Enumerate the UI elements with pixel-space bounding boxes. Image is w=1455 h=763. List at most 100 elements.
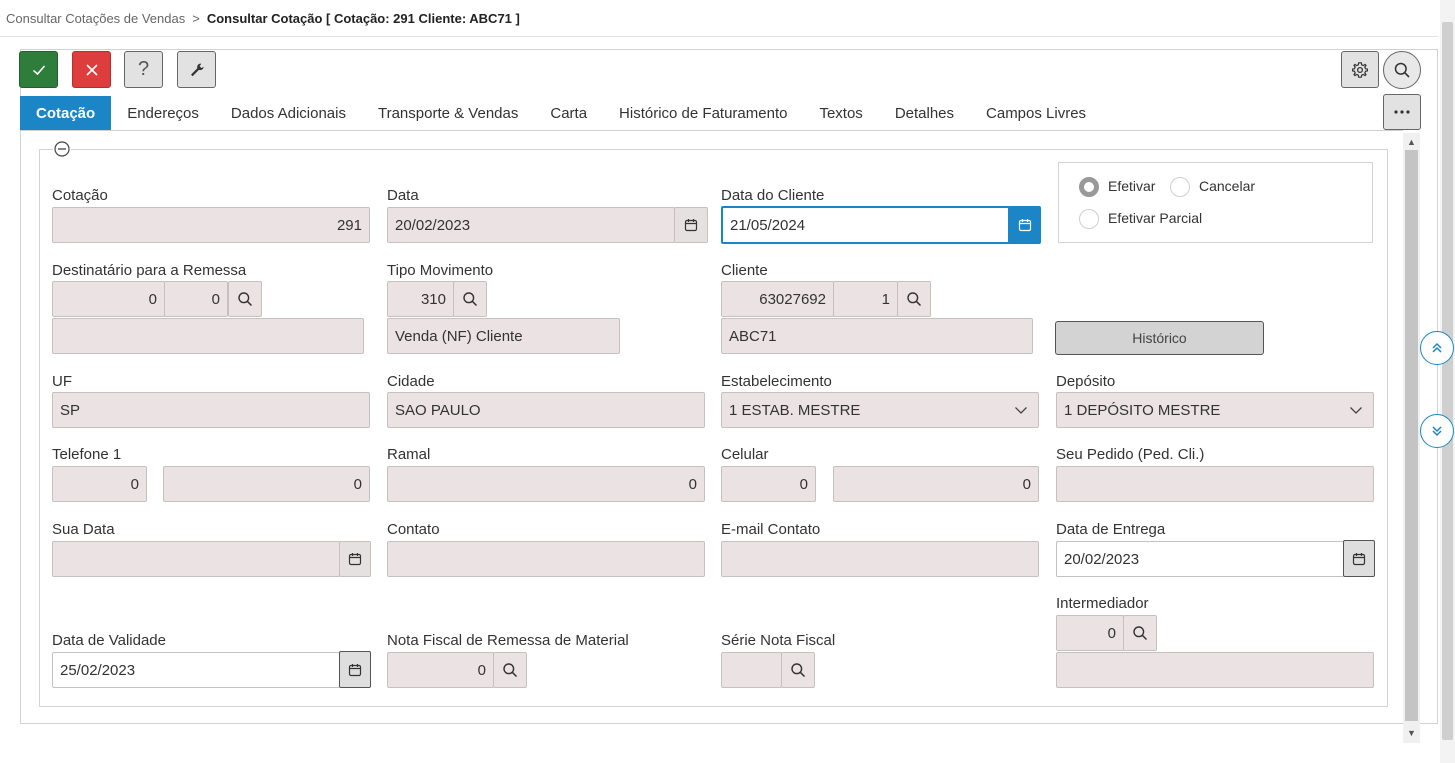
page-title: Consultar Cotação [ Cotação: 291 Cliente… (206, 11, 520, 26)
efetivar-radio[interactable] (1079, 177, 1099, 197)
tab-cotacao[interactable]: Cotação (20, 96, 112, 130)
cotacao-field[interactable]: 291 (52, 207, 370, 243)
calendar-icon (1018, 218, 1032, 232)
estabelecimento-select[interactable]: 1 ESTAB. MESTRE (721, 392, 1039, 428)
search-icon (1132, 625, 1148, 641)
scroll-to-top-button[interactable] (1420, 331, 1454, 365)
tools-button[interactable] (177, 51, 216, 88)
gear-icon (1351, 61, 1369, 79)
close-icon (84, 62, 100, 78)
search-icon (462, 291, 478, 307)
scroll-down-arrow-icon[interactable]: ▼ (1405, 727, 1418, 739)
data-cliente-label: Data do Cliente (721, 187, 825, 204)
breadcrumb-separator: > (192, 11, 200, 26)
cancelar-label: Cancelar (1199, 178, 1256, 194)
intermediador-name-field[interactable] (1056, 652, 1374, 688)
efetivar-parcial-radio[interactable] (1079, 209, 1099, 229)
cancel-button[interactable] (72, 51, 111, 88)
sua-data-calendar-button[interactable] (339, 541, 371, 577)
intermediador-label: Intermediador (1056, 595, 1149, 612)
deposito-select[interactable]: 1 DEPÓSITO MESTRE (1056, 392, 1374, 428)
cliente-search-button[interactable] (897, 281, 931, 317)
cidade-label: Cidade (387, 373, 435, 390)
data-cliente-field[interactable]: 21/05/2024 (721, 206, 1010, 244)
destinatario-label: Destinatário para a Remessa (52, 262, 247, 279)
tab-detalhes[interactable]: Detalhes (879, 96, 970, 130)
telefone1-number-field[interactable]: 0 (163, 466, 370, 502)
destinatario-search-button[interactable] (228, 281, 262, 317)
tab-dados-adicionais[interactable]: Dados Adicionais (215, 96, 362, 130)
chevron-down-icon (1014, 403, 1028, 417)
serie-nf-search-button[interactable] (781, 652, 815, 688)
tab-transporte-vendas[interactable]: Transporte & Vendas (362, 96, 534, 130)
celular-label: Celular (721, 446, 769, 463)
action-options-group (1058, 162, 1373, 243)
data-label: Data (387, 187, 419, 204)
estabelecimento-value: 1 ESTAB. MESTRE (729, 401, 861, 419)
tab-textos[interactable]: Textos (803, 96, 878, 130)
calendar-icon (1352, 552, 1366, 566)
page-scrollbar-thumb[interactable] (1442, 22, 1453, 740)
data-validade-field[interactable]: 25/02/2023 (52, 652, 340, 688)
breadcrumb-parent-link[interactable]: Consultar Cotações de Vendas (6, 11, 185, 26)
sua-data-label: Sua Data (52, 521, 115, 538)
intermediador-search-button[interactable] (1123, 615, 1157, 651)
cancelar-radio[interactable] (1170, 177, 1190, 197)
confirm-button[interactable] (19, 51, 58, 88)
scroll-up-arrow-icon[interactable]: ▲ (1405, 136, 1418, 148)
seu-pedido-label: Seu Pedido (Ped. Cli.) (1056, 446, 1205, 463)
data-field[interactable]: 20/02/2023 (387, 207, 675, 243)
tipo-movimento-description-field[interactable]: Venda (NF) Cliente (387, 318, 620, 354)
settings-button[interactable] (1341, 51, 1379, 88)
scroll-to-bottom-button[interactable] (1420, 414, 1454, 448)
celular-ddd-field[interactable]: 0 (721, 466, 816, 502)
tab-campos-livres[interactable]: Campos Livres (970, 96, 1102, 130)
tab-enderecos[interactable]: Endereços (111, 96, 215, 130)
seu-pedido-field[interactable] (1056, 466, 1374, 502)
historico-button[interactable]: Histórico (1055, 321, 1264, 355)
double-chevron-down-icon (1430, 424, 1444, 438)
email-contato-field[interactable] (721, 541, 1039, 577)
double-chevron-up-icon (1430, 341, 1444, 355)
data-entrega-field[interactable]: 20/02/2023 (1056, 541, 1344, 577)
ramal-label: Ramal (387, 446, 431, 463)
email-contato-label: E-mail Contato (721, 521, 821, 538)
destinatario-code1-field[interactable]: 0 (52, 281, 165, 317)
tipo-movimento-label: Tipo Movimento (387, 262, 494, 279)
form-scrollbar-thumb[interactable] (1405, 150, 1418, 721)
intermediador-code-field[interactable]: 0 (1056, 615, 1124, 651)
cliente-name-field[interactable]: ABC71 (721, 318, 1033, 354)
nf-remessa-field[interactable]: 0 (387, 652, 494, 688)
data-validade-calendar-button[interactable] (339, 651, 371, 688)
cliente-code-field[interactable]: 63027692 (721, 281, 834, 317)
data-cliente-calendar-button[interactable] (1008, 206, 1041, 244)
more-tabs-button[interactable] (1383, 94, 1421, 130)
collapse-icon[interactable] (53, 140, 71, 158)
tipo-movimento-search-button[interactable] (453, 281, 487, 317)
uf-field[interactable]: SP (52, 392, 370, 428)
search-icon (906, 291, 922, 307)
help-button[interactable]: ? (124, 51, 163, 88)
destinatario-code2-field[interactable]: 0 (164, 281, 228, 317)
ramal-field[interactable]: 0 (387, 466, 705, 502)
tab-carta[interactable]: Carta (534, 96, 603, 130)
uf-label: UF (52, 373, 72, 390)
cliente-seq-field[interactable]: 1 (833, 281, 898, 317)
calendar-icon (348, 552, 362, 566)
contato-field[interactable] (387, 541, 705, 577)
cidade-field[interactable]: SAO PAULO (387, 392, 705, 428)
tipo-movimento-code-field[interactable]: 310 (387, 281, 454, 317)
nf-remessa-search-button[interactable] (493, 652, 527, 688)
cotacao-label: Cotação (52, 187, 108, 204)
global-search-button[interactable] (1383, 51, 1421, 89)
check-icon (31, 62, 47, 78)
destinatario-name-field[interactable] (52, 318, 364, 354)
data-entrega-calendar-button[interactable] (1343, 540, 1375, 577)
serie-nf-field[interactable] (721, 652, 782, 688)
tab-historico-faturamento[interactable]: Histórico de Faturamento (603, 96, 803, 130)
data-calendar-button[interactable] (674, 207, 708, 243)
telefone1-ddd-field[interactable]: 0 (52, 466, 147, 502)
cliente-label: Cliente (721, 262, 768, 279)
sua-data-field[interactable] (52, 541, 340, 577)
celular-number-field[interactable]: 0 (833, 466, 1039, 502)
